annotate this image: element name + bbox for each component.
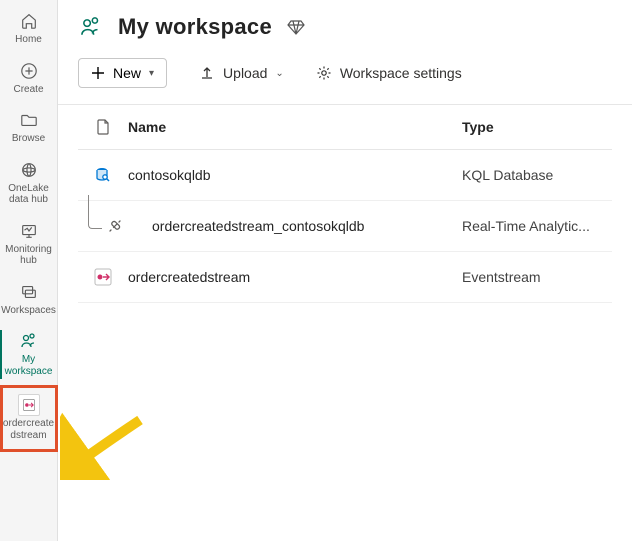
chevron-down-icon: ⌄ — [275, 68, 283, 79]
upload-button[interactable]: Upload ⌄ — [199, 65, 284, 81]
home-icon — [18, 10, 40, 32]
item-type: Real-Time Analytic... — [462, 218, 612, 234]
list-item[interactable]: contosokqldb KQL Database — [78, 150, 612, 201]
sidebar-label: Monitoring hub — [5, 244, 52, 267]
upload-label: Upload — [223, 65, 267, 81]
my-workspace-icon — [78, 14, 104, 40]
sidebar-label: OneLake data hub — [8, 183, 49, 206]
list-item[interactable]: ordercreatedstream Eventstream — [78, 252, 612, 303]
plug-icon — [104, 215, 126, 237]
sidebar-item-my-workspace[interactable]: My workspace — [0, 324, 58, 385]
my-workspace-icon — [18, 330, 40, 352]
item-name: contosokqldb — [128, 167, 462, 183]
item-list: Name Type contosokqldb KQL Database orde… — [58, 105, 632, 303]
new-button[interactable]: New ▾ — [78, 58, 167, 88]
monitor-icon — [18, 220, 40, 242]
sidebar-label: Create — [13, 84, 43, 96]
sidebar-item-home[interactable]: Home — [0, 4, 58, 54]
kql-database-icon — [92, 164, 114, 186]
plus-circle-icon — [18, 60, 40, 82]
sidebar-item-browse[interactable]: Browse — [0, 103, 58, 153]
list-item[interactable]: ordercreatedstream_contosokqldb Real-Tim… — [78, 201, 612, 252]
sidebar-item-workspaces[interactable]: Workspaces — [0, 275, 58, 325]
sidebar-item-monitoring[interactable]: Monitoring hub — [0, 214, 58, 275]
folder-icon — [18, 109, 40, 131]
eventstream-icon — [18, 394, 40, 416]
sidebar-item-onelake[interactable]: OneLake data hub — [0, 153, 58, 214]
column-type[interactable]: Type — [462, 119, 612, 135]
workspace-settings-button[interactable]: Workspace settings — [316, 65, 462, 81]
sidebar-item-ordercreatedstream[interactable]: ordercreate dstream — [0, 385, 58, 452]
gear-icon — [316, 65, 332, 81]
upload-icon — [199, 65, 215, 81]
sidebar-label: Workspaces — [1, 305, 56, 317]
page-title: My workspace — [118, 14, 272, 40]
tree-connector — [88, 195, 102, 229]
item-name: ordercreatedstream — [128, 269, 462, 285]
sidebar-label: ordercreate dstream — [3, 418, 54, 441]
new-button-label: New — [113, 65, 141, 81]
sidebar-label: Browse — [12, 133, 45, 145]
page-header: My workspace — [58, 0, 632, 50]
item-type: Eventstream — [462, 269, 612, 285]
column-name[interactable]: Name — [128, 119, 462, 135]
diamond-icon[interactable] — [286, 17, 306, 37]
eventstream-icon — [92, 266, 114, 288]
chevron-down-icon: ▾ — [149, 68, 154, 79]
sidebar-label: Home — [15, 34, 42, 46]
main-content: My workspace New ▾ Upload ⌄ Workspace se… — [58, 0, 632, 541]
plus-icon — [91, 66, 105, 80]
workspaces-icon — [18, 281, 40, 303]
item-type: KQL Database — [462, 167, 612, 183]
settings-label: Workspace settings — [340, 65, 462, 81]
onelake-icon — [18, 159, 40, 181]
list-header: Name Type — [78, 105, 612, 150]
sidebar-item-create[interactable]: Create — [0, 54, 58, 104]
sidebar: Home Create Browse OneLake data hub Moni… — [0, 0, 58, 541]
item-name: ordercreatedstream_contosokqldb — [128, 218, 462, 234]
sidebar-label: My workspace — [5, 354, 53, 377]
toolbar: New ▾ Upload ⌄ Workspace settings — [58, 50, 632, 105]
column-icon — [78, 119, 128, 135]
